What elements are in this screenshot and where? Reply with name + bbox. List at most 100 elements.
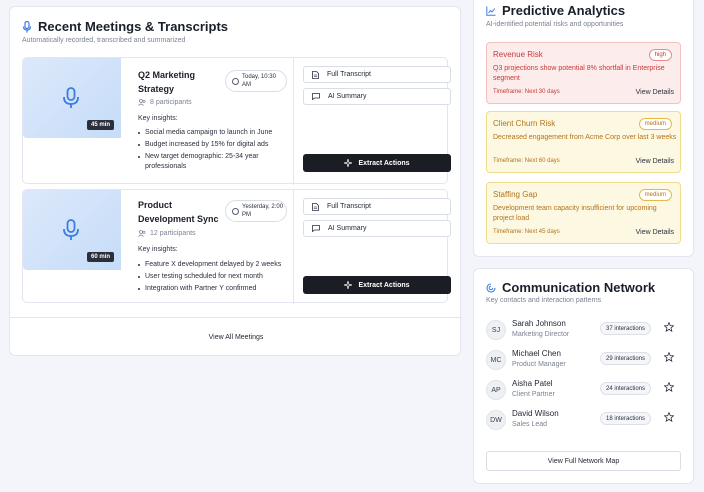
meeting-thumbnail[interactable]: 60 min [23,190,121,270]
chat-bubble-icon [312,225,320,232]
insight-item: Social media campaign to launch in June [138,128,298,138]
risk-title: Revenue Risk [493,50,543,59]
users-icon [138,99,146,106]
full-transcript-button[interactable]: Full Transcript [303,66,451,83]
insight-item: User testing scheduled for next month [138,272,303,282]
interaction-count-badge: 29 interactions [600,352,652,365]
risk-description: Decreased engagement from Acme Corp over… [493,134,677,141]
participants: 8 participants [138,99,192,106]
clock-icon [232,207,239,215]
analytics-title-text: Predictive Analytics [502,3,626,18]
risk-description: Development team capacity insufficient f… [493,205,657,222]
contact-role: Sales Lead [512,421,548,428]
meeting-title[interactable]: Product Development Sync [138,198,226,226]
microphone-icon [22,20,32,32]
contact-name: Michael Chen [512,349,561,358]
users-icon [138,230,146,237]
meeting-divider [293,58,294,185]
contact-row[interactable]: AP Aisha Patel Client Partner 24 interac… [486,377,684,405]
sparkle-icon [344,159,353,167]
analytics-subtitle: AI-identified potential risks and opport… [486,21,624,28]
insight-item: Budget increased by 15% for digital ads [138,140,298,150]
full-transcript-label: Full Transcript [327,203,371,210]
meetings-subtitle: Automatically recorded, transcribed and … [22,37,186,44]
contact-name: Aisha Patel [512,379,553,388]
analytics-panel: Predictive Analytics AI-identified poten… [473,0,694,257]
contact-row[interactable]: SJ Sarah Johnson Marketing Director 37 i… [486,317,684,345]
risk-card-churn: Client Churn Risk medium Decreased engag… [486,111,681,173]
insight-item: Feature X development delayed by 2 weeks [138,260,303,270]
extract-actions-label: Extract Actions [358,281,410,289]
contact-row[interactable]: DW David Wilson Sales Lead 18 interactio… [486,407,684,435]
insight-item: Integration with Partner Y confirmed [138,284,303,294]
meeting-time: Yesterday, 2:00 PM [242,204,284,218]
risk-title: Staffing Gap [493,190,538,199]
risk-timeframe: Timeframe: Next 60 days [493,158,560,164]
meeting-title[interactable]: Q2 Marketing Strategy [138,68,226,96]
view-details-link[interactable]: View Details [636,158,674,165]
risk-severity-badge: medium [638,118,672,130]
meeting-time: Today, 10:30 AM [242,74,276,88]
meeting-divider [293,190,294,304]
meeting-card: 45 min Q2 Marketing Strategy Today, 10:3… [22,57,451,185]
meeting-time-badge: Today, 10:30 AM [225,70,287,92]
participants-count: 12 participants [150,230,196,237]
microphone-icon [63,87,79,108]
contact-name: David Wilson [512,409,559,418]
risk-timeframe: Timeframe: Next 30 days [493,89,560,95]
interaction-count-badge: 24 interactions [600,382,652,395]
meeting-time-badge: Yesterday, 2:00 PM [225,200,287,222]
meetings-title-text: Recent Meetings & Transcripts [38,19,228,34]
star-icon[interactable] [664,352,674,362]
risk-severity-badge: medium [638,189,672,201]
contact-role: Product Manager [512,361,566,368]
view-all-meetings-button[interactable]: View All Meetings [10,317,462,357]
sparkle-icon [344,281,353,289]
full-transcript-label: Full Transcript [327,71,371,78]
meetings-panel: Recent Meetings & Transcripts Automatica… [9,6,462,357]
view-details-link[interactable]: View Details [636,229,674,236]
full-transcript-button[interactable]: Full Transcript [303,198,451,215]
star-icon[interactable] [664,322,674,332]
star-icon[interactable] [664,382,674,392]
network-title-text: Communication Network [502,280,656,295]
ai-summary-button[interactable]: AI Summary [303,88,451,105]
avatar: DW [486,410,506,430]
network-title: Communication Network [486,280,655,295]
insight-item: New target demographic: 25-34 year profe… [138,152,298,172]
insights-list: Feature X development delayed by 2 weeks… [138,260,303,296]
interaction-count-badge: 37 interactions [600,322,652,335]
microphone-icon [63,219,79,240]
contact-name: Sarah Johnson [512,319,566,328]
avatar: MC [486,350,506,370]
document-icon [312,202,319,211]
avatar: AP [486,380,506,400]
star-icon[interactable] [664,412,674,422]
meeting-card: 60 min Product Development Sync Yesterda… [22,189,451,304]
extract-actions-label: Extract Actions [358,159,410,167]
extract-actions-button[interactable]: Extract Actions [303,276,451,294]
duration-badge: 45 min [86,120,114,130]
participants-count: 8 participants [150,99,192,106]
document-icon [312,70,319,79]
risk-description: Q3 projections show potential 8% shortfa… [493,65,665,82]
contact-role: Client Partner [512,391,555,398]
risk-severity-badge: high [648,49,672,61]
risk-card-revenue: Revenue Risk high Q3 projections show po… [486,42,681,104]
key-insights-label: Key insights: [138,246,178,253]
meetings-title: Recent Meetings & Transcripts [22,19,228,34]
trend-chart-icon [486,6,496,16]
chat-bubble-icon [312,93,320,100]
view-details-link[interactable]: View Details [636,89,674,96]
extract-actions-button[interactable]: Extract Actions [303,154,451,172]
insights-list: Social media campaign to launch in June … [138,128,298,174]
interaction-count-badge: 18 interactions [600,412,652,425]
ai-summary-button[interactable]: AI Summary [303,220,451,237]
clock-icon [232,77,239,85]
risk-title: Client Churn Risk [493,119,556,128]
meeting-thumbnail[interactable]: 45 min [23,58,121,138]
analytics-title: Predictive Analytics [486,3,625,18]
network-icon [486,282,496,293]
contact-row[interactable]: MC Michael Chen Product Manager 29 inter… [486,347,684,375]
view-network-map-button[interactable]: View Full Network Map [486,451,681,471]
